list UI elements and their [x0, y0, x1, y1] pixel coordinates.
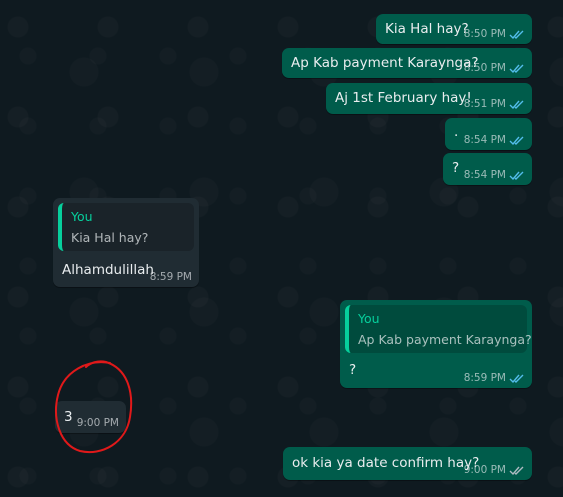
quoted-text: Ap Kab payment Karaynga?	[358, 332, 532, 347]
message-bubble-outgoing[interactable]: Aj 1st February hay! 8:51 PM	[326, 83, 532, 114]
message-meta: 8:51 PM	[464, 98, 525, 110]
message-bubble-outgoing[interactable]: You Ap Kab payment Karaynga? ? 8:59 PM	[340, 300, 532, 388]
message-bubble-incoming[interactable]: You Kia Hal hay? Alhamdulillah 8:59 PM	[53, 198, 199, 287]
message-text: Ap Kab payment Karaynga?	[291, 55, 479, 71]
message-bubble-outgoing[interactable]: Kia Hal hay? 8:50 PM	[376, 14, 532, 44]
message-meta: 8:54 PM	[464, 169, 525, 181]
message-time: 9:00 PM	[463, 464, 506, 476]
quoted-author: You	[71, 209, 93, 224]
message-time: 8:54 PM	[463, 169, 506, 181]
message-time: 8:59 PM	[149, 271, 192, 283]
quoted-message[interactable]: You Kia Hal hay?	[58, 203, 194, 251]
message-time: 8:50 PM	[463, 28, 506, 40]
message-time: 8:59 PM	[463, 372, 506, 384]
message-bubble-outgoing[interactable]: ? 8:54 PM	[443, 153, 532, 185]
double-check-icon	[509, 136, 524, 145]
message-text: Aj 1st February hay!	[335, 90, 472, 106]
quoted-author: You	[358, 311, 380, 326]
double-check-icon	[509, 64, 524, 73]
message-text: ?	[452, 160, 460, 176]
message-text: ?	[349, 362, 357, 378]
message-meta: 9:00 PM	[464, 464, 525, 476]
message-text: Kia Hal hay?	[385, 21, 469, 37]
message-time: 8:54 PM	[463, 134, 506, 146]
double-check-icon	[509, 100, 524, 109]
message-text: Alhamdulillah	[62, 262, 154, 278]
chat-area[interactable]: Kia Hal hay? 8:50 PM Ap Kab payment Kara…	[0, 0, 563, 497]
double-check-icon	[509, 466, 524, 475]
message-meta: 8:50 PM	[464, 28, 525, 40]
quoted-text: Kia Hal hay?	[71, 230, 149, 245]
message-bubble-outgoing[interactable]: ok kia ya date confirm hay? 9:00 PM	[283, 447, 532, 480]
message-meta: 8:59 PM	[464, 372, 525, 384]
message-text: 3	[64, 409, 73, 425]
message-text: .	[454, 124, 459, 140]
double-check-icon	[509, 171, 524, 180]
double-check-icon	[509, 374, 524, 383]
message-bubble-incoming[interactable]: 3 9:00 PM	[55, 401, 126, 433]
message-meta: 8:50 PM	[464, 62, 525, 74]
quoted-message[interactable]: You Ap Kab payment Karaynga?	[345, 305, 532, 353]
message-time: 8:50 PM	[463, 62, 506, 74]
message-time: 8:51 PM	[463, 98, 506, 110]
message-time: 9:00 PM	[76, 417, 119, 429]
message-meta: 8:59 PM	[150, 271, 192, 283]
double-check-icon	[509, 30, 524, 39]
message-bubble-outgoing[interactable]: . 8:54 PM	[445, 118, 532, 150]
message-text: ok kia ya date confirm hay?	[292, 455, 480, 471]
message-bubble-outgoing[interactable]: Ap Kab payment Karaynga? 8:50 PM	[282, 48, 532, 78]
message-meta: 9:00 PM	[77, 417, 119, 429]
message-meta: 8:54 PM	[464, 134, 525, 146]
